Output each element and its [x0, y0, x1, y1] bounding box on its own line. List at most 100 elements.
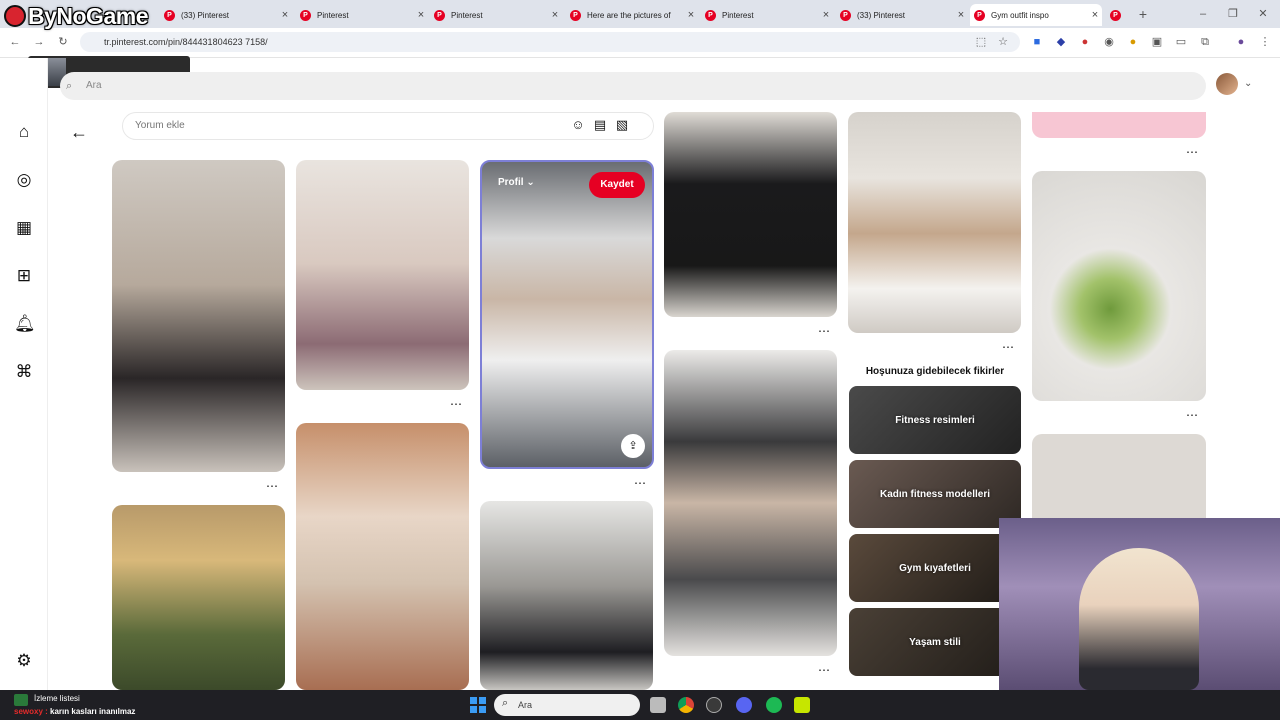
- pin-image[interactable]: [112, 160, 285, 472]
- notifications-icon[interactable]: 🔔︎: [14, 314, 36, 334]
- more-options-icon[interactable]: ⋯: [266, 480, 278, 492]
- idea-card[interactable]: Kadın fitness modelleri: [849, 460, 1021, 528]
- pin-image[interactable]: [296, 160, 469, 390]
- share-icon[interactable]: ⇪: [621, 434, 645, 458]
- watchlist-label: İzleme listesi: [34, 694, 80, 703]
- close-tab-icon[interactable]: ×: [684, 9, 698, 21]
- save-button[interactable]: Kaydet: [589, 172, 645, 198]
- profile-icon[interactable]: ●: [1234, 35, 1248, 49]
- hovered-pin-image[interactable]: [480, 160, 654, 469]
- back-arrow-icon[interactable]: ←: [70, 122, 88, 143]
- explore-icon[interactable]: ◎: [14, 170, 34, 190]
- bookmark-star-icon[interactable]: ☆: [996, 35, 1010, 49]
- chevron-down-icon[interactable]: ⌄: [1244, 78, 1252, 89]
- pin-image[interactable]: [112, 505, 285, 690]
- minimize-icon[interactable]: –: [1196, 7, 1210, 21]
- idea-card[interactable]: Fitness resimleri: [849, 386, 1021, 454]
- tab-label: Gym outfit inspo: [991, 10, 1049, 20]
- more-options-icon[interactable]: ⋯: [450, 398, 462, 410]
- shield-extension-icon[interactable]: ◆: [1054, 35, 1068, 49]
- pin-image[interactable]: [1032, 171, 1206, 401]
- tab-active[interactable]: P Gym outfit inspo ×: [970, 4, 1102, 26]
- close-tab-icon[interactable]: ×: [548, 9, 562, 21]
- spotify-icon[interactable]: [766, 697, 782, 713]
- streamer-webcam: [999, 518, 1280, 690]
- search-input[interactable]: Ara: [60, 72, 1206, 100]
- pin-image[interactable]: [1032, 112, 1206, 138]
- idea-card[interactable]: Gym kıyafetleri: [849, 534, 1021, 602]
- more-menu-icon[interactable]: ⋮: [1258, 35, 1272, 49]
- install-icon[interactable]: ⬚: [974, 35, 988, 49]
- pinterest-icon: P: [434, 9, 445, 21]
- windows-taskbar: [0, 690, 1280, 720]
- tab-label: Pinterest: [317, 10, 349, 20]
- close-window-icon[interactable]: ✕: [1256, 7, 1270, 21]
- tab-label: Pinterest: [722, 10, 754, 20]
- close-tab-icon[interactable]: ×: [1088, 9, 1102, 21]
- tab-5[interactable]: P Pinterest ×: [701, 4, 833, 26]
- pin-image[interactable]: [664, 112, 837, 317]
- puzzle-icon[interactable]: ⧉: [1198, 35, 1212, 49]
- tab-1[interactable]: P (33) Pinterest ×: [160, 4, 292, 26]
- extension-icon[interactable]: ▣: [1150, 35, 1164, 49]
- close-tab-icon[interactable]: ×: [414, 9, 428, 21]
- avatar[interactable]: [1216, 73, 1238, 95]
- boards-icon[interactable]: ▦: [14, 218, 34, 238]
- close-tab-icon[interactable]: ×: [954, 9, 968, 21]
- more-options-icon[interactable]: ⋯: [1186, 409, 1198, 421]
- tab-3[interactable]: P Pinterest ×: [430, 4, 562, 26]
- pin-image[interactable]: [296, 423, 469, 690]
- tab-6[interactable]: P (33) Pinterest ×: [836, 4, 968, 26]
- pin-image[interactable]: [848, 112, 1021, 333]
- extension-icon[interactable]: ◉: [1102, 35, 1116, 49]
- bynogame-logo: ByNoGame: [4, 2, 148, 30]
- more-options-icon[interactable]: ⋯: [634, 477, 646, 489]
- file-explorer-icon[interactable]: [650, 697, 666, 713]
- back-icon[interactable]: ←: [8, 35, 22, 49]
- tab-4[interactable]: P Here are the pictures of ×: [566, 4, 698, 26]
- restore-icon[interactable]: ❐: [1226, 7, 1240, 21]
- tab-loading[interactable]: P: [1106, 4, 1126, 26]
- home-icon[interactable]: ⌂: [14, 122, 34, 142]
- idea-label: Gym kıyafetleri: [899, 562, 971, 574]
- create-icon[interactable]: ⊞: [14, 266, 34, 286]
- extension-icon[interactable]: ●: [1126, 35, 1140, 49]
- translate-extension-icon[interactable]: ■: [1030, 35, 1044, 49]
- logo-text: ByNoGame: [28, 2, 148, 29]
- close-tab-icon[interactable]: ×: [819, 9, 833, 21]
- emoji-icon[interactable]: ☺: [570, 117, 586, 133]
- forward-icon[interactable]: →: [32, 35, 46, 49]
- pinterest-icon: P: [840, 9, 851, 21]
- idea-label: Fitness resimleri: [895, 414, 975, 426]
- comment-placeholder: Yorum ekle: [135, 120, 185, 131]
- discord-icon[interactable]: [736, 697, 752, 713]
- live-app-icon[interactable]: [794, 697, 810, 713]
- idea-card[interactable]: Yaşam stili: [849, 608, 1021, 676]
- chrome-icon[interactable]: [678, 697, 694, 713]
- more-options-icon[interactable]: ⋯: [818, 325, 830, 337]
- profile-dropdown[interactable]: Profil ⌄: [498, 177, 535, 188]
- new-tab-icon[interactable]: +: [1136, 7, 1150, 21]
- taskbar-search-input[interactable]: Ara: [494, 694, 640, 716]
- tab-2[interactable]: P Pinterest ×: [296, 4, 428, 26]
- messages-icon[interactable]: ⌘: [14, 362, 34, 382]
- pinterest-icon: P: [705, 9, 716, 21]
- sticker-icon[interactable]: ▤: [592, 117, 608, 133]
- pin-image[interactable]: [480, 501, 653, 690]
- extension-icon[interactable]: ▭: [1174, 35, 1188, 49]
- settings-icon[interactable]: ⚙: [14, 651, 34, 671]
- close-tab-icon[interactable]: ×: [278, 9, 292, 21]
- taskbar-search-placeholder: Ara: [518, 700, 533, 710]
- extension-icon[interactable]: ●: [1078, 35, 1092, 49]
- reload-icon[interactable]: ↻: [56, 35, 70, 49]
- image-icon[interactable]: ▧: [614, 117, 630, 133]
- more-options-icon[interactable]: ⋯: [1002, 341, 1014, 353]
- windows-start-icon[interactable]: [470, 697, 486, 713]
- obs-icon[interactable]: [706, 697, 722, 713]
- url-text: tr.pinterest.com/pin/844431804623 7158/: [104, 37, 268, 47]
- pin-image[interactable]: [664, 350, 837, 656]
- pinterest-icon: P: [300, 9, 311, 21]
- more-options-icon[interactable]: ⋯: [1186, 146, 1198, 158]
- address-bar[interactable]: tr.pinterest.com/pin/844431804623 7158/: [80, 32, 1020, 52]
- more-options-icon[interactable]: ⋯: [818, 664, 830, 676]
